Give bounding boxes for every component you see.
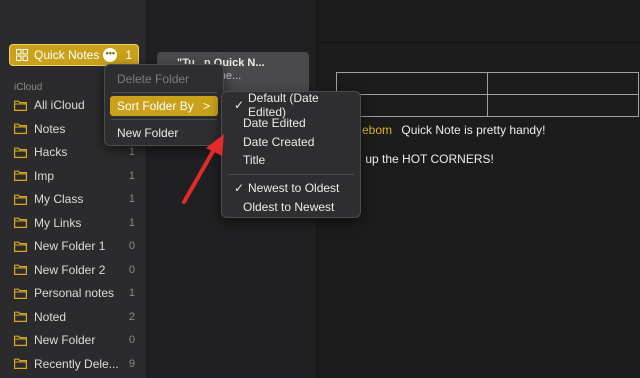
note-table[interactable] <box>336 72 639 117</box>
sidebar-folder-item[interactable]: Imp 1 <box>14 167 135 185</box>
sidebar-item-label: New Folder 2 <box>34 262 106 277</box>
folder-icon <box>14 311 27 322</box>
folder-icon <box>14 264 27 275</box>
checkmark-icon: ✓ <box>234 98 245 112</box>
folder-icon <box>14 335 27 346</box>
sidebar-item-label: New Folder 1 <box>34 239 106 253</box>
menu-item-date-edited[interactable]: Date Edited <box>227 113 357 133</box>
menu-item-default-date-edited[interactable]: ✓ Default (Date Edited) <box>227 91 357 119</box>
folder-icon <box>14 241 27 252</box>
sidebar-item-count: 1 <box>125 48 132 62</box>
note-editor[interactable] <box>317 0 640 378</box>
sidebar-item-count: 1 <box>128 169 135 182</box>
sidebar-item-label: Quick Notes <box>34 48 100 62</box>
sidebar-folder-item[interactable]: New Folder 0 <box>14 331 135 349</box>
sidebar-item-count: 1 <box>128 216 135 229</box>
toolbar-divider <box>317 42 640 43</box>
folder-icon <box>14 147 27 158</box>
sidebar-folder-item[interactable]: Noted 2 <box>14 308 135 326</box>
line-text: Quick Note is pretty handy! <box>401 123 546 137</box>
grid-icon <box>15 48 29 62</box>
chevron-right-icon: > <box>202 99 210 113</box>
folder-icon <box>14 358 27 369</box>
sidebar-item-label: Imp <box>34 168 55 183</box>
menu-item-oldest-to-newest[interactable]: Oldest to Newest <box>227 197 357 217</box>
sidebar-item-count: 1 <box>128 287 135 299</box>
sidebar-item-quick-notes[interactable]: Quick Notes ••• 1 <box>9 44 139 66</box>
sidebar-folder-item[interactable]: New Folder 2 0 <box>14 261 135 279</box>
folder-icon <box>14 123 27 134</box>
menu-separator <box>228 174 354 175</box>
sidebar-item-count: 9 <box>128 357 135 370</box>
sidebar-item-count: 0 <box>128 334 135 346</box>
menu-item-date-created[interactable]: Date Created <box>227 132 357 152</box>
editor-line-2: ... up the HOT CORNERS! <box>352 152 494 166</box>
menu-item-title[interactable]: Title <box>227 150 357 170</box>
menu-item-newest-to-oldest[interactable]: ✓ Newest to Oldest <box>227 178 357 198</box>
table-cell[interactable] <box>487 72 639 95</box>
menu-separator <box>111 92 217 93</box>
menu-item-label: Sort Folder By <box>117 99 194 113</box>
menu-item-sort-folder-by[interactable]: Sort Folder By > <box>110 96 218 116</box>
sidebar-folder-item[interactable]: New Folder 1 0 <box>14 237 135 255</box>
folder-icon <box>14 100 27 111</box>
sidebar-item-label: Personal notes <box>34 286 115 300</box>
folder-icon <box>14 217 27 228</box>
menu-separator <box>111 119 217 120</box>
section-header-icloud: iCloud <box>14 82 43 93</box>
sidebar-item-label: My Class <box>34 192 84 206</box>
red-arrow-annotation <box>182 134 224 204</box>
sidebar-folder-item[interactable]: My Class 1 <box>14 190 135 208</box>
sidebar-item-label: Recently Dele... <box>34 356 119 371</box>
sidebar-folder-item[interactable]: My Links 1 <box>14 214 135 232</box>
sidebar-folder-item[interactable]: Recently Dele... 9 <box>14 355 135 373</box>
sidebar-item-count: 0 <box>128 240 135 252</box>
editor-line-1: ...ebom Quick Note is pretty handy! <box>352 123 545 137</box>
sidebar-item-count: 2 <box>128 310 135 323</box>
table-cell[interactable] <box>336 72 488 95</box>
sidebar-item-count: 0 <box>128 263 135 276</box>
sidebar-item-count: 1 <box>128 146 135 158</box>
menu-item-label: Newest to Oldest <box>248 181 340 195</box>
sidebar-folder-item[interactable]: Personal notes 1 <box>14 284 135 302</box>
sidebar-item-label: New Folder <box>34 333 96 347</box>
sort-submenu: ✓ Default (Date Edited) Date Edited Date… <box>221 91 361 218</box>
more-icon[interactable]: ••• <box>103 48 118 62</box>
folder-icon <box>14 170 27 181</box>
sidebar-item-count: 1 <box>128 193 135 205</box>
sidebar-item-label: Noted <box>34 309 67 324</box>
table-cell[interactable] <box>487 94 639 117</box>
sidebar-item-label: Hacks <box>34 145 68 159</box>
sidebar-item-label: My Links <box>34 215 82 230</box>
folder-icon <box>14 194 27 205</box>
menu-item-delete-folder[interactable]: Delete Folder <box>110 69 218 89</box>
folder-icon <box>14 288 27 299</box>
